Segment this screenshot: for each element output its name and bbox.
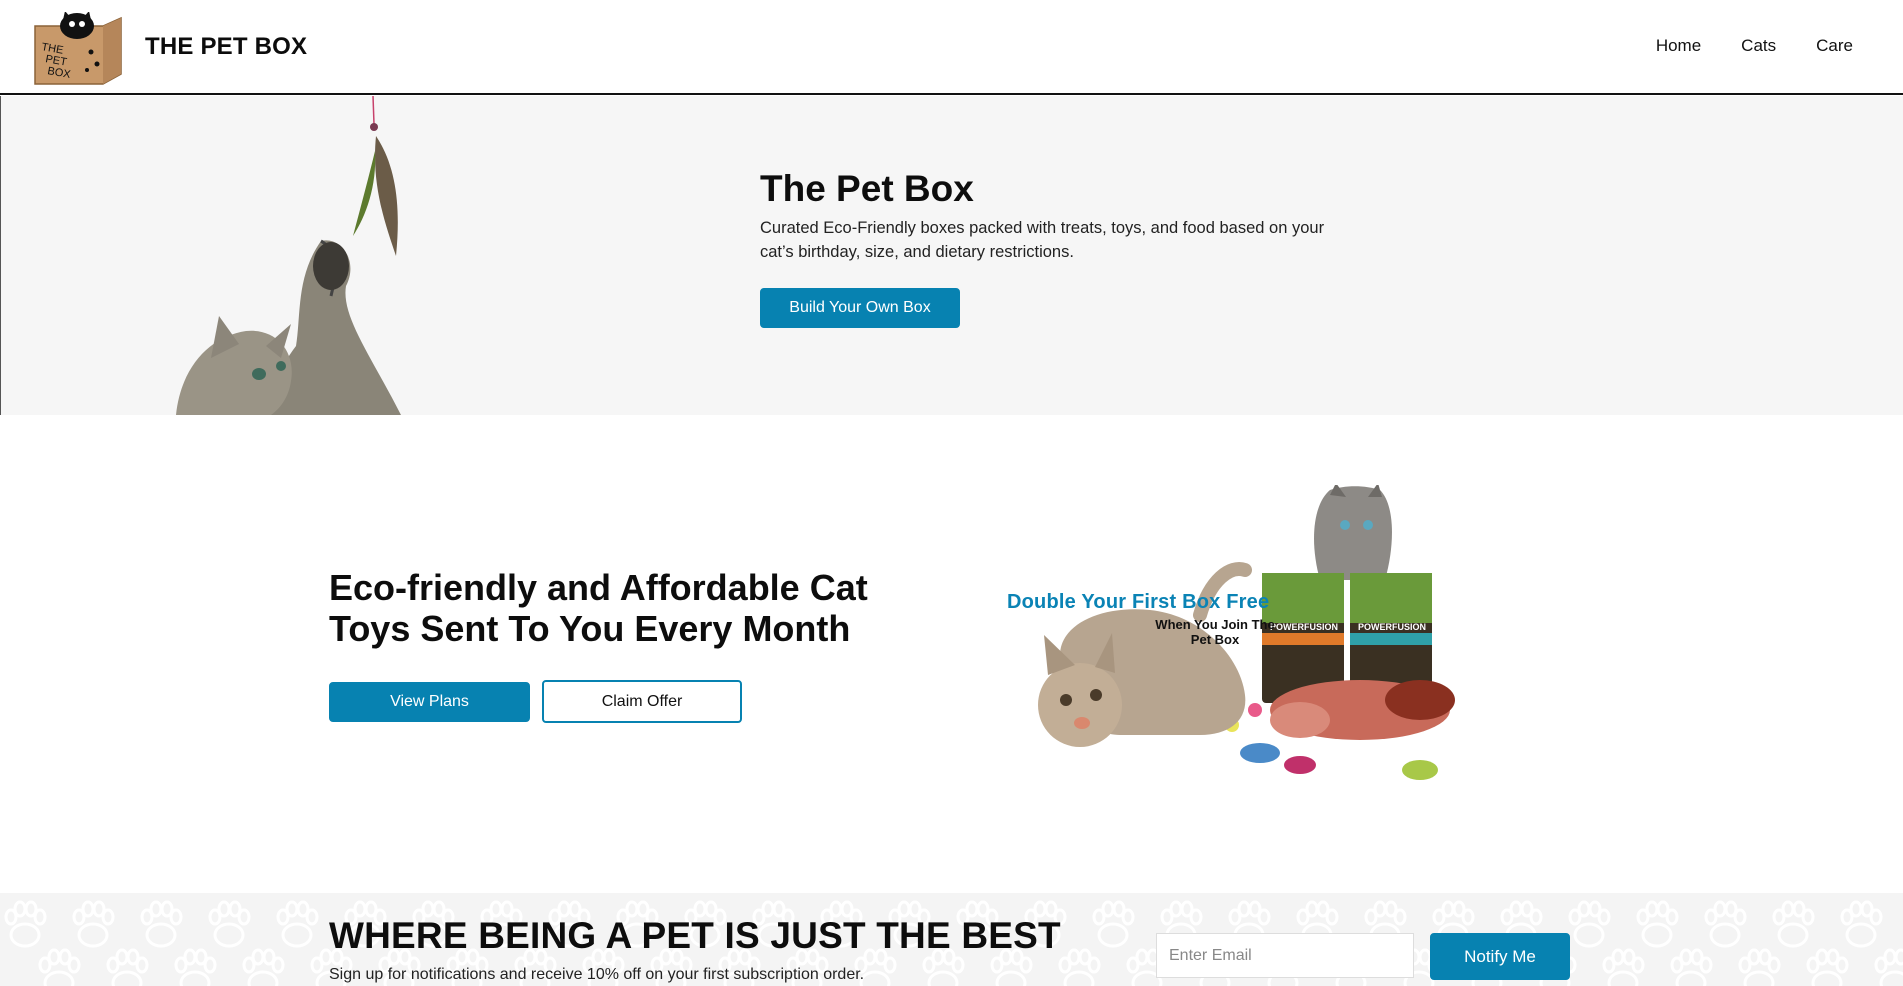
notify-me-button[interactable]: Notify Me — [1430, 933, 1570, 980]
signup-title: WHERE BEING A PET IS JUST THE BEST — [329, 915, 1061, 956]
paw-print-icon — [72, 900, 115, 948]
paw-print-icon — [1806, 948, 1849, 986]
paw-print-icon — [106, 948, 149, 986]
paw-print-icon — [1602, 948, 1645, 986]
paw-print-icon — [174, 948, 217, 986]
paw-print-icon — [1092, 900, 1135, 948]
paw-print-icon — [140, 900, 183, 948]
site-header: THE PET BOX THE PET BOX Home Cats Care — [0, 0, 1903, 95]
paw-print-icon — [242, 948, 285, 986]
paw-print-icon — [1772, 900, 1815, 948]
nav-care[interactable]: Care — [1816, 36, 1853, 56]
paw-print-icon — [1840, 900, 1883, 948]
nav-cats[interactable]: Cats — [1741, 36, 1776, 56]
paw-print-icon — [1738, 948, 1781, 986]
brand-name: THE PET BOX — [145, 33, 308, 60]
nav-home[interactable]: Home — [1656, 36, 1701, 56]
signup-section: WHERE BEING A PET IS JUST THE BEST Sign … — [0, 893, 1903, 986]
pet-box-logo[interactable]: THE PET BOX — [33, 12, 123, 85]
paw-print-icon — [276, 900, 319, 948]
claim-offer-button[interactable]: Claim Offer — [542, 680, 742, 723]
paw-print-icon — [1636, 900, 1679, 948]
paw-print-icon — [38, 948, 81, 986]
paw-print-icon — [1670, 948, 1713, 986]
paw-print-icon — [208, 900, 251, 948]
view-plans-button[interactable]: View Plans — [329, 682, 530, 722]
svg-text:POWERFUSION: POWERFUSION — [1358, 622, 1426, 632]
promo-image-headline: Double Your First Box Free — [1007, 591, 1270, 613]
paw-print-icon — [1058, 948, 1101, 986]
hero-section: The Pet Box Curated Eco-Friendly boxes p… — [0, 96, 1903, 415]
email-input[interactable] — [1156, 933, 1414, 978]
build-your-own-box-button[interactable]: Build Your Own Box — [760, 288, 960, 328]
paw-print-icon — [4, 900, 47, 948]
paw-print-icon — [1568, 900, 1611, 948]
paw-print-icon — [1874, 948, 1903, 986]
main-nav: Home Cats Care — [1616, 36, 1853, 56]
cat-playing-image — [176, 96, 401, 415]
promo-title: Eco-friendly and Affordable Cat Toys Sen… — [329, 567, 868, 649]
paw-print-icon — [1704, 900, 1747, 948]
hero-description: Curated Eco-Friendly boxes packed with t… — [760, 219, 1325, 261]
svg-text:POWERFUSION: POWERFUSION — [1270, 622, 1338, 632]
promo-image-subline: When You Join The Pet Box — [1155, 617, 1275, 647]
hero-title: The Pet Box — [760, 168, 974, 209]
signup-subtitle: Sign up for notifications and receive 10… — [329, 966, 865, 983]
